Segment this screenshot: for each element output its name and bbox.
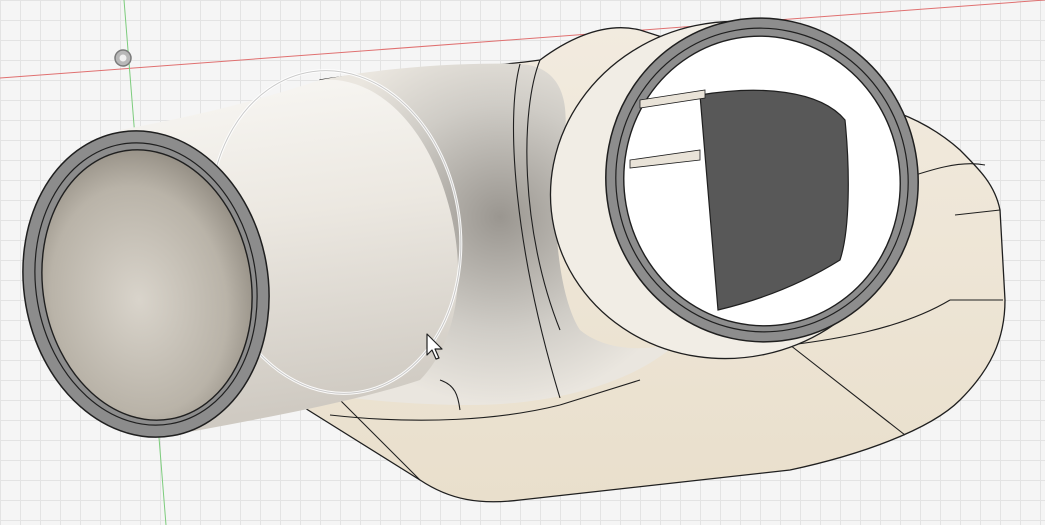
origin-point-icon[interactable]: [114, 49, 132, 67]
model-scene[interactable]: [0, 0, 1045, 525]
3d-viewport[interactable]: [0, 0, 1045, 525]
